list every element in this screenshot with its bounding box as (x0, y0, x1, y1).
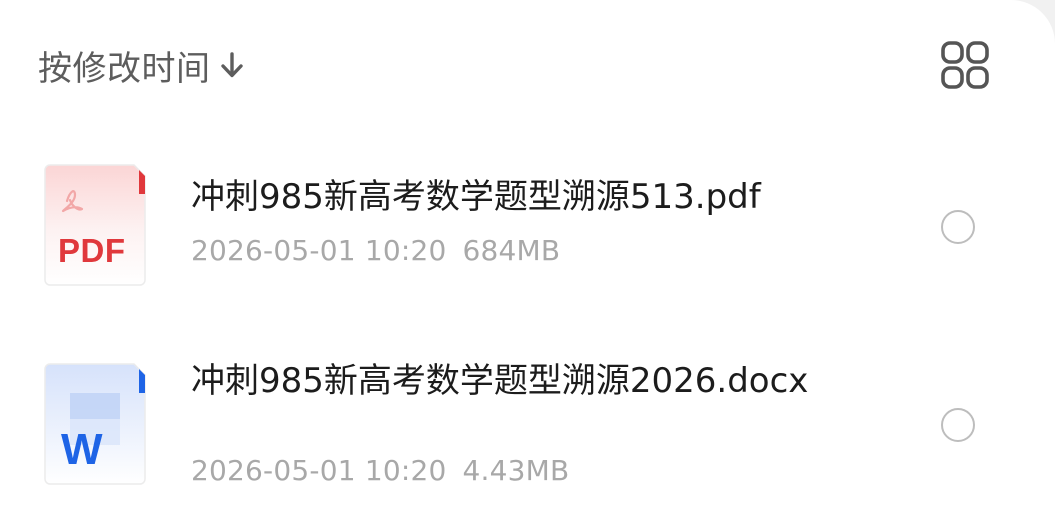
file-list-item[interactable]: PDF 冲刺985新高考数学题型溯源513.pdf 2026-05-01 10:… (0, 150, 1055, 300)
sort-by-modified-button[interactable]: 按修改时间 (38, 40, 245, 90)
file-modified-date: 2026-05-01 10:20 (191, 454, 447, 487)
file-list-panel: 按修改时间 PDF 冲刺985新高考数学题型溯源513.pdf 2026-05-… (0, 0, 1055, 529)
sort-label: 按修改时间 (38, 48, 211, 89)
file-list-item[interactable]: W 冲刺985新高考数学题型溯源2026.docx 2026-05-01 10:… (0, 350, 1055, 500)
file-modified-date: 2026-05-01 10:20 (191, 234, 447, 267)
file-meta: 2026-05-01 10:20 4.43MB (191, 454, 569, 487)
file-name: 冲刺985新高考数学题型溯源2026.docx (191, 361, 809, 401)
select-radio[interactable] (941, 210, 975, 244)
file-size: 4.43MB (462, 454, 570, 487)
arrow-down-icon (219, 50, 245, 80)
file-meta: 2026-05-01 10:20 684MB (191, 234, 560, 267)
file-size: 684MB (462, 234, 561, 267)
pdf-type-badge: PDF (58, 232, 126, 269)
grid-view-icon (938, 38, 992, 92)
file-name: 冲刺985新高考数学题型溯源513.pdf (191, 177, 761, 217)
word-file-icon: W (44, 363, 146, 485)
select-radio[interactable] (941, 408, 975, 442)
pdf-file-icon: PDF (44, 164, 146, 286)
word-type-badge: W (61, 425, 103, 474)
grid-view-toggle-button[interactable] (938, 38, 992, 92)
